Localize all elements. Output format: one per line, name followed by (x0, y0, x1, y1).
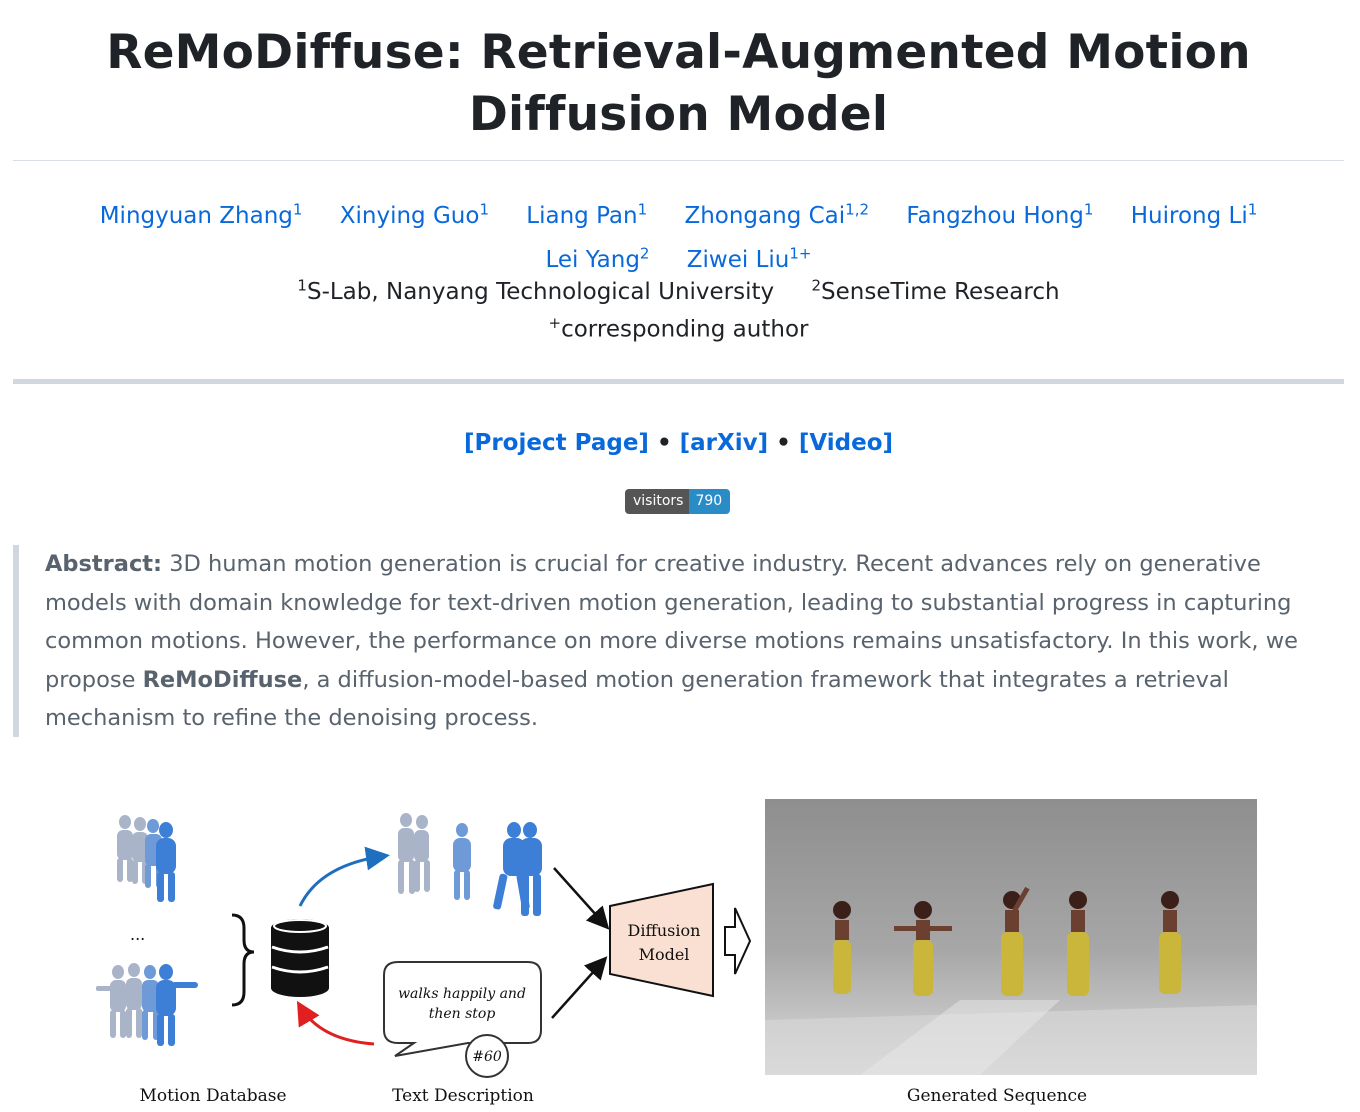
diffusion-model-block (609, 882, 714, 998)
visitor-badge[interactable]: visitors 790 (625, 489, 731, 514)
link-separator: • (656, 430, 672, 456)
diffusion-label-line2: Model (639, 945, 690, 964)
author-link[interactable]: Liang Pan1 (526, 200, 647, 229)
ellipsis: ... (130, 925, 145, 944)
badge-count: 790 (689, 489, 731, 514)
abstract-lead: Abstract: (45, 551, 163, 577)
step-label: #60 (472, 1049, 502, 1065)
generated-sequence-render (765, 799, 1257, 1075)
author-link[interactable]: Huirong Li1 (1131, 200, 1258, 229)
database-icon (271, 919, 329, 997)
query-arrow (296, 1000, 375, 1046)
link-separator: • (776, 430, 791, 456)
author-link[interactable]: Mingyuan Zhang1 (100, 200, 303, 229)
author-link[interactable]: Zhongang Cai1,2 (684, 200, 869, 229)
author-link[interactable]: Xinying Guo1 (340, 200, 489, 229)
section-divider (13, 379, 1344, 384)
text-description-bubble: walks happily and then stop #60 (383, 961, 542, 1078)
motion-to-model-arrow (553, 867, 610, 930)
bubble-text-line1: walks happily and (398, 986, 526, 1002)
project-page-link[interactable]: [Project Page] (464, 430, 649, 456)
video-link[interactable]: [Video] (799, 430, 893, 456)
badge-label: visitors (625, 489, 690, 514)
affiliation: 2SenseTime Research (811, 276, 1060, 305)
abstract-blockquote: Abstract: 3D human motion generation is … (13, 545, 1313, 737)
affiliation: 1S-Lab, Nanyang Technological University (297, 276, 775, 305)
author-link[interactable]: Fangzhou Hong1 (906, 200, 1093, 229)
brace-icon (231, 913, 255, 1007)
dancer-figure (833, 901, 851, 994)
caption-motion-database: Motion Database (139, 1086, 286, 1106)
page-title: ReMoDiffuse: Retrieval-Augmented Motion … (106, 25, 1251, 142)
corresponding-note: +corresponding author (548, 314, 809, 343)
retrieval-arrow (298, 846, 390, 907)
retrieved-motions (398, 813, 542, 916)
bubble-text-line2: then stop (429, 1006, 496, 1022)
arxiv-link[interactable]: [arXiv] (680, 430, 769, 456)
title-divider (13, 160, 1344, 161)
model-name: ReMoDiffuse (142, 666, 303, 693)
motion-database-top (117, 815, 176, 902)
output-arrow-icon (724, 907, 752, 975)
page: ReMoDiffuse: Retrieval-Augmented Motion … (0, 0, 1360, 1112)
resource-links: [Project Page] • [arXiv] • [Video] (13, 424, 1344, 462)
caption-text-description: Text Description (392, 1086, 534, 1106)
caption-generated-sequence: Generated Sequence (907, 1086, 1087, 1106)
motion-database-bottom (96, 963, 198, 1046)
diffusion-label-line1: Diffusion (628, 921, 701, 940)
text-to-model-arrow (551, 956, 608, 1019)
method-figure: ... walks happily and then stop #60 Diff… (96, 799, 1257, 1106)
